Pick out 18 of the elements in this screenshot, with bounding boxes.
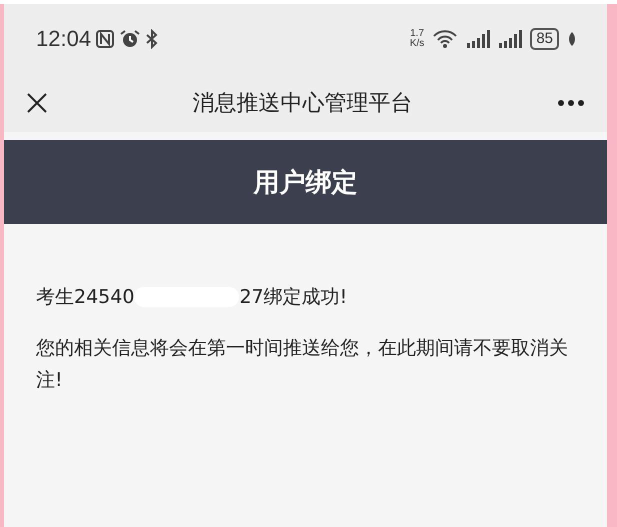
bluetooth-icon — [145, 29, 160, 49]
battery-level: 85 — [530, 28, 559, 50]
status-time: 12:04 — [36, 26, 92, 52]
page-title: 消息推送中心管理平台 — [192, 90, 414, 118]
signal-icon — [466, 30, 490, 48]
close-icon[interactable] — [26, 92, 48, 114]
wifi-icon — [432, 29, 458, 49]
notice-text: 您的相关信息将会在第一时间推送给您，在此期间请不要取消关注! — [36, 336, 569, 393]
header-title: 用户绑定 — [254, 166, 358, 200]
speed-value: 1.7 — [410, 29, 424, 39]
success-text: 考生24540 — [36, 285, 134, 310]
signal-icon — [498, 30, 522, 48]
leaf-icon — [567, 31, 577, 47]
success-text: 27绑定成功! — [239, 285, 348, 310]
more-icon[interactable] — [557, 99, 585, 107]
nfc-icon — [95, 29, 116, 49]
alarm-icon — [119, 29, 142, 49]
speed-unit: K/s — [410, 39, 424, 49]
